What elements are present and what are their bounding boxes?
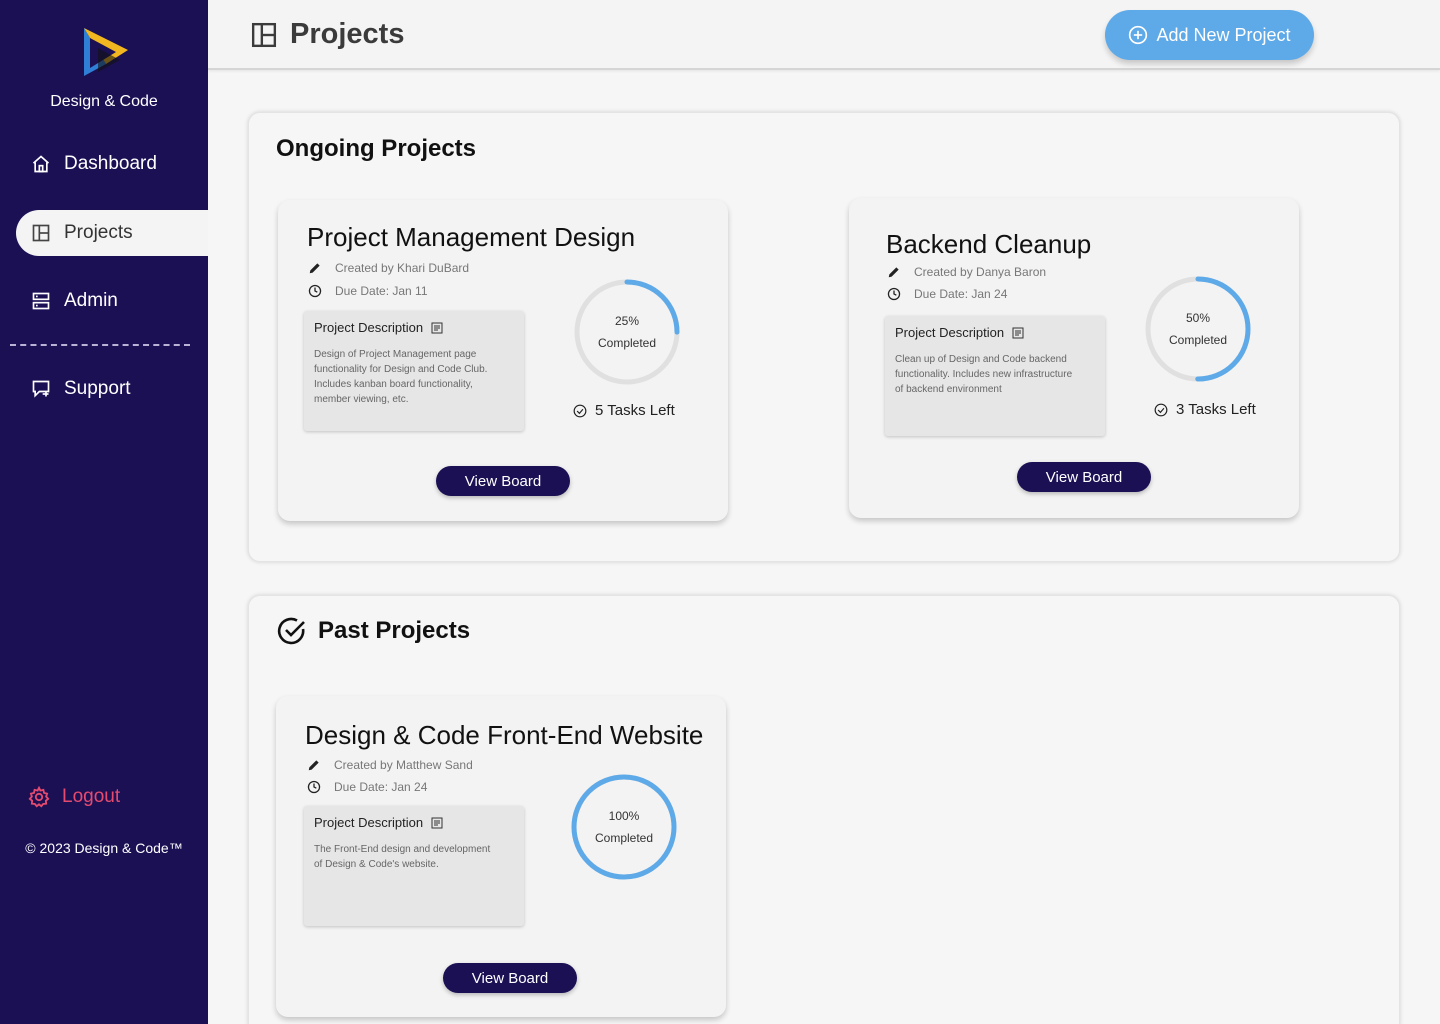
project-title: Project Management Design [307, 222, 636, 252]
clock-icon [307, 780, 321, 794]
progress-percent: 100% [608, 809, 640, 823]
tasks-left-text: 5 Tasks Left [595, 402, 675, 419]
created-by: Created by Danya Baron [887, 265, 1046, 279]
project-card: Backend Cleanup Created by Danya Baron D… [849, 198, 1299, 518]
copyright: © 2023 Design & Code™ [25, 840, 183, 856]
progress-ring: 50% Completed [1143, 274, 1253, 384]
nav-label: Support [64, 378, 131, 399]
created-by-text: Created by Khari DuBard [335, 261, 470, 275]
progress-ring: 100% Completed [569, 772, 679, 882]
nav-label: Admin [64, 290, 118, 311]
document-icon [1012, 327, 1024, 338]
description-label: Project Description [314, 815, 424, 830]
past-projects-panel: Past Projects Design & Code Front-End We… [248, 595, 1400, 1024]
created-by: Created by Matthew Sand [307, 758, 473, 772]
progress-ring: 25% Completed [572, 277, 682, 387]
document-icon [431, 817, 443, 828]
page-header: Projects Add New Project [208, 0, 1440, 70]
check-circle-icon [573, 404, 587, 417]
description-label: Project Description [895, 325, 1005, 340]
project-title: Backend Cleanup [886, 229, 1092, 259]
clock-icon [887, 287, 901, 301]
document-icon [431, 322, 443, 333]
view-board-button[interactable]: View Board [443, 963, 577, 993]
tasks-left-text: 3 Tasks Left [1176, 401, 1256, 418]
chat-icon [30, 378, 52, 400]
add-new-project-button[interactable]: Add New Project [1105, 10, 1314, 60]
progress-label: Completed [597, 336, 657, 350]
description-label: Project Description [314, 320, 424, 335]
nav-item-support[interactable]: Support [16, 366, 208, 412]
view-board-button[interactable]: View Board [436, 466, 570, 496]
nav-item-dashboard[interactable]: Dashboard [16, 141, 208, 187]
progress-percent: 25% [614, 314, 640, 328]
logout-button[interactable]: Logout [28, 786, 120, 808]
created-by-text: Created by Matthew Sand [334, 758, 473, 772]
view-board-button[interactable]: View Board [1017, 462, 1151, 492]
progress-label: Completed [1168, 333, 1228, 347]
tasks-left: 5 Tasks Left [573, 402, 675, 419]
logout-label: Logout [62, 786, 121, 807]
pencil-icon [888, 267, 899, 278]
progress-label: Completed [594, 831, 654, 845]
due-date: Due Date: Jan 24 [887, 287, 1007, 301]
ongoing-projects-title: Ongoing Projects [276, 135, 477, 162]
pencil-icon [308, 760, 319, 771]
ongoing-projects-panel: Ongoing Projects Project Management Desi… [248, 112, 1400, 562]
progress-percent: 50% [1185, 311, 1211, 325]
server-icon [30, 290, 52, 312]
project-title: Design & Code Front-End Website [305, 720, 704, 750]
check-circle-icon [277, 617, 305, 645]
gear-icon [28, 786, 50, 808]
past-projects-title: Past Projects [318, 617, 471, 644]
layout-icon [251, 22, 277, 48]
design-and-code-logo[interactable] [76, 26, 132, 78]
created-by-text: Created by Danya Baron [914, 265, 1047, 279]
nav-label: Projects [64, 222, 133, 243]
project-card: Design & Code Front-End Website Created … [276, 696, 726, 1017]
due-date: Due Date: Jan 11 [308, 284, 428, 298]
description-text: Design of Project Management page functi… [314, 349, 488, 405]
brand-name: Design & Code [50, 93, 158, 110]
add-button-label: Add New Project [1156, 24, 1291, 45]
nav-label: Dashboard [64, 153, 157, 174]
nav-item-admin[interactable]: Admin [16, 278, 208, 324]
description-text: Clean up of Design and Code backend func… [895, 354, 1073, 395]
tasks-left: 3 Tasks Left [1154, 401, 1256, 418]
description-text: The Front-End design and development of … [314, 844, 491, 870]
clock-icon [308, 284, 322, 298]
project-card: Project Management Design Created by Kha… [278, 200, 728, 521]
due-date-text: Due Date: Jan 24 [914, 287, 1008, 301]
project-description: Project Description Design of Project Ma… [304, 311, 524, 431]
layout-icon [30, 222, 52, 244]
project-description: Project Description Clean up of Design a… [885, 316, 1105, 436]
check-circle-icon [1154, 403, 1168, 416]
pencil-icon [309, 263, 320, 274]
project-description: Project Description The Front-End design… [304, 806, 524, 926]
home-icon [30, 153, 52, 175]
sidebar: Design & Code Dashboard Projects Admin S… [0, 0, 208, 1024]
nav-item-projects[interactable]: Projects [16, 210, 208, 256]
due-date-text: Due Date: Jan 24 [334, 780, 428, 794]
plus-circle-icon [1129, 25, 1148, 45]
nav-divider [10, 344, 190, 346]
due-date-text: Due Date: Jan 11 [335, 284, 428, 298]
due-date: Due Date: Jan 24 [307, 780, 427, 794]
created-by: Created by Khari DuBard [308, 261, 469, 275]
page-title: Projects [290, 18, 405, 50]
